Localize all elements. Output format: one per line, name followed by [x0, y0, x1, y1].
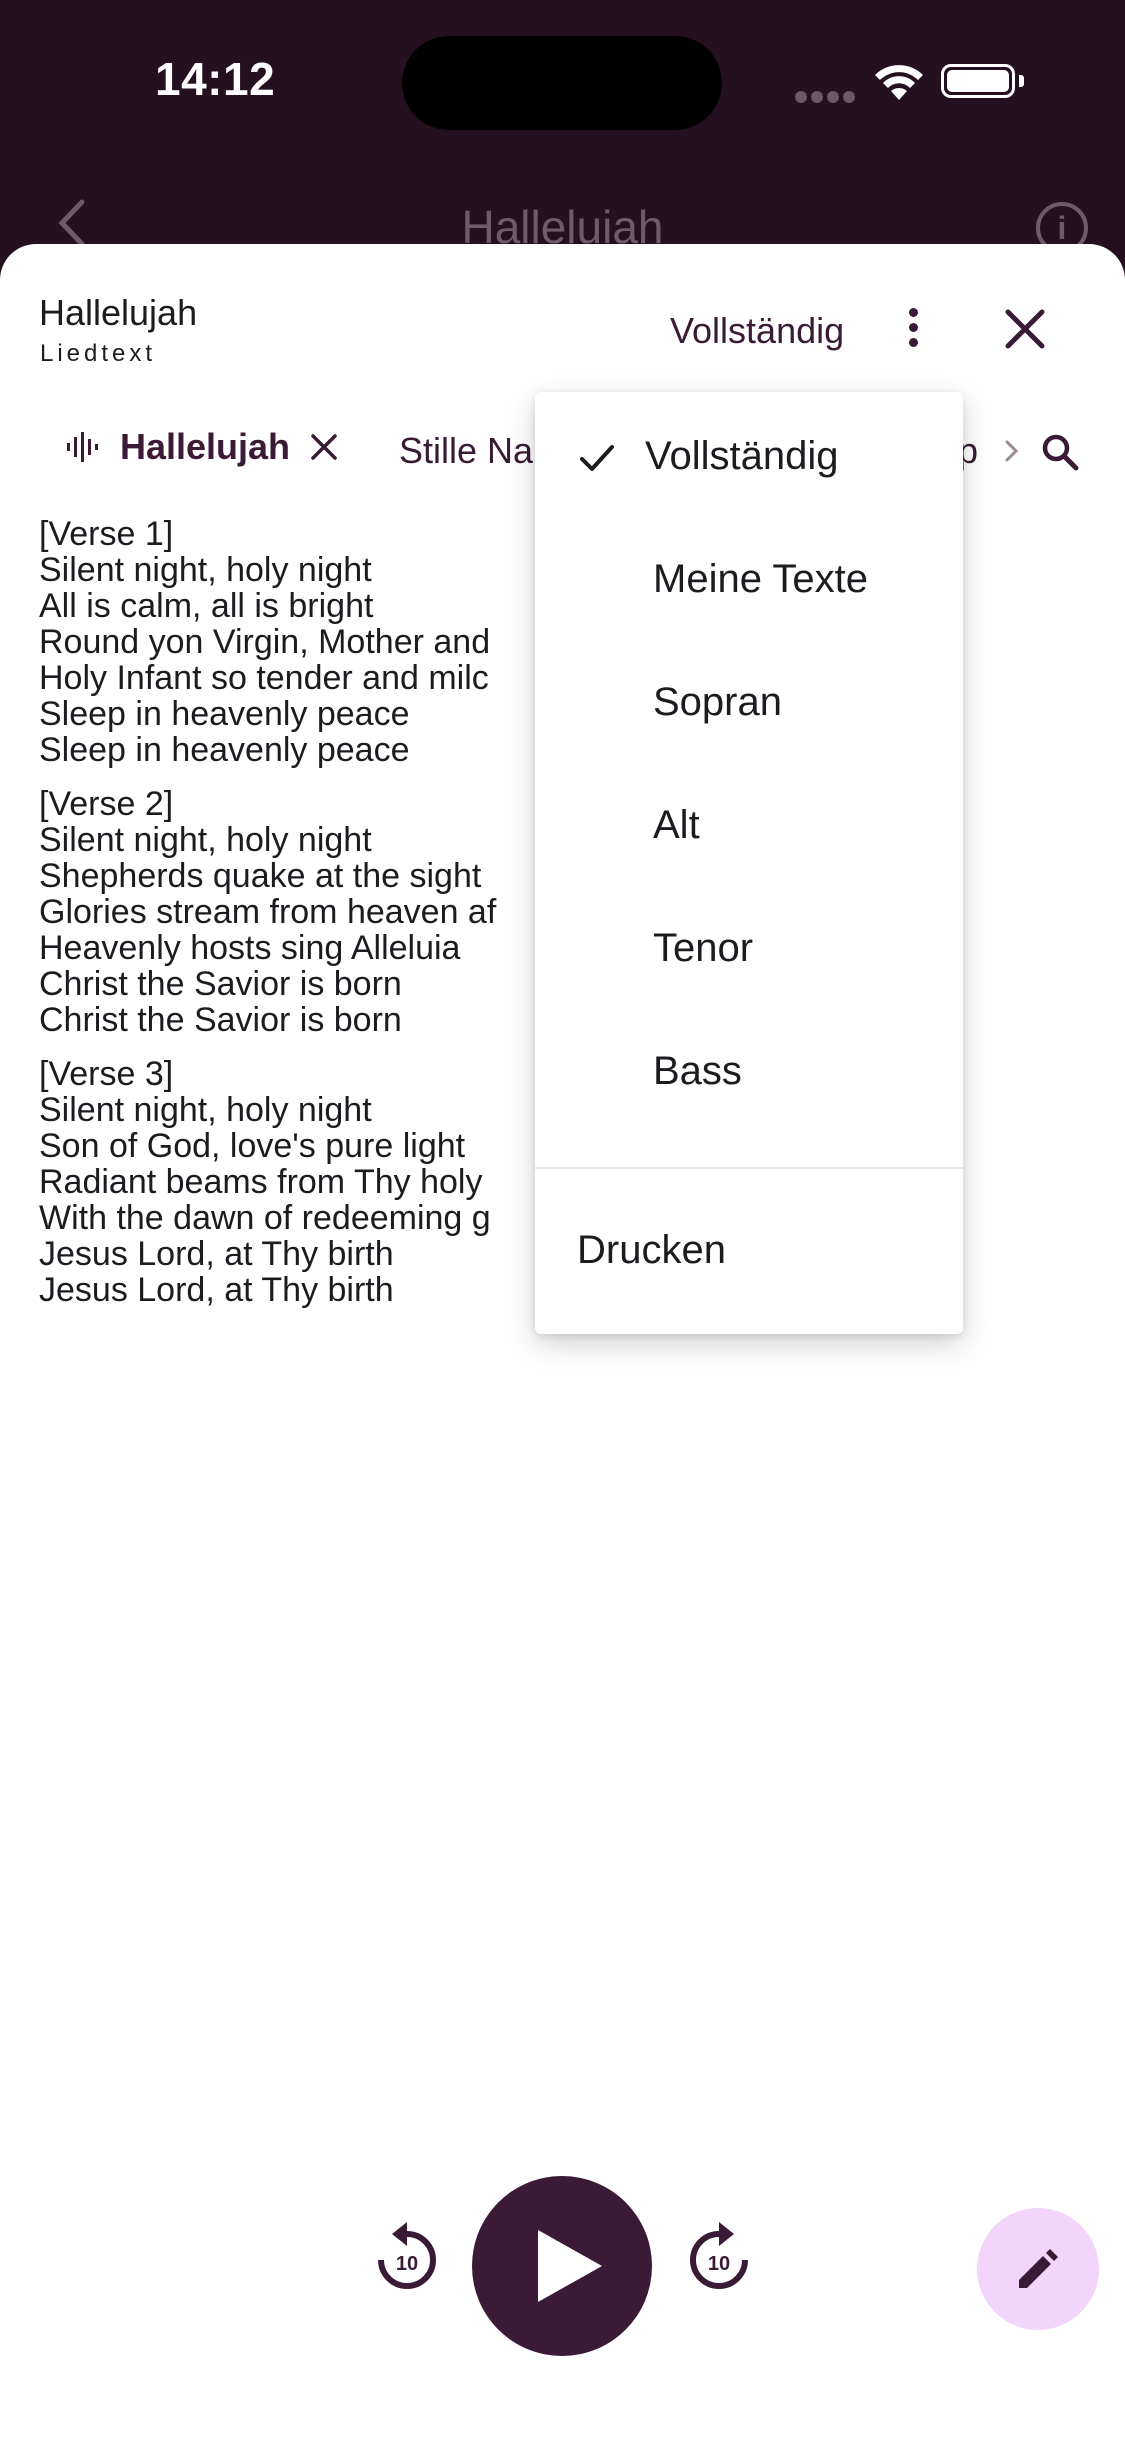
forward-10-icon[interactable]: 10	[684, 2220, 754, 2300]
tab-close-icon[interactable]	[310, 433, 338, 461]
search-icon[interactable]	[1040, 432, 1080, 472]
menu-item-label: Tenor	[653, 926, 754, 970]
status-icons	[795, 60, 1025, 103]
menu-divider	[535, 1167, 963, 1169]
status-bar: 14:12	[0, 0, 1125, 160]
menu-item-alt[interactable]: Alt	[535, 769, 963, 879]
play-button[interactable]	[472, 2176, 652, 2356]
play-icon	[538, 2230, 602, 2302]
sheet-subtitle: Liedtext	[40, 340, 157, 367]
check-icon	[580, 445, 614, 471]
signal-icon	[795, 90, 859, 108]
wifi-icon	[875, 65, 923, 100]
forward-seconds-label: 10	[708, 2253, 730, 2275]
menu-item-print[interactable]: Drucken	[577, 1228, 726, 1273]
rewind-seconds-label: 10	[396, 2253, 418, 2275]
menu-item-label: Meine Texte	[653, 557, 868, 601]
tab-hallelujah[interactable]: Hallelujah	[66, 424, 338, 470]
menu-item-label: Bass	[653, 1049, 742, 1093]
tab-label: Hallelujah	[120, 426, 291, 467]
menu-item-sopran[interactable]: Sopran	[535, 646, 963, 756]
menu-item-bass[interactable]: Bass	[535, 1015, 963, 1125]
menu-item-label: Sopran	[653, 680, 782, 724]
status-time: 14:12	[155, 53, 276, 105]
battery-nub	[1019, 75, 1024, 87]
close-icon[interactable]	[1002, 306, 1048, 352]
version-menu: Vollständig Meine Texte Sopran Alt Tenor…	[535, 392, 963, 1334]
menu-item-meine-texte[interactable]: Meine Texte	[535, 523, 963, 633]
edit-button[interactable]	[977, 2208, 1099, 2330]
sheet-title: Hallelujah	[39, 292, 198, 333]
menu-item-label: Alt	[653, 803, 700, 847]
tab-stille-nacht[interactable]: Stille Na	[399, 430, 533, 472]
menu-item-tenor[interactable]: Tenor	[535, 892, 963, 1002]
audio-wave-icon	[67, 432, 98, 462]
battery-icon	[941, 64, 1015, 98]
pencil-icon	[1019, 2249, 1058, 2288]
dynamic-island	[402, 36, 722, 130]
more-options-icon[interactable]	[896, 304, 930, 354]
menu-item-vollstaendig[interactable]: Vollständig	[535, 400, 963, 510]
chevron-right-icon[interactable]	[1002, 436, 1022, 466]
menu-item-label: Vollständig	[645, 434, 839, 478]
version-selector-label[interactable]: Vollständig	[670, 310, 844, 352]
rewind-10-icon[interactable]: 10	[372, 2220, 442, 2300]
